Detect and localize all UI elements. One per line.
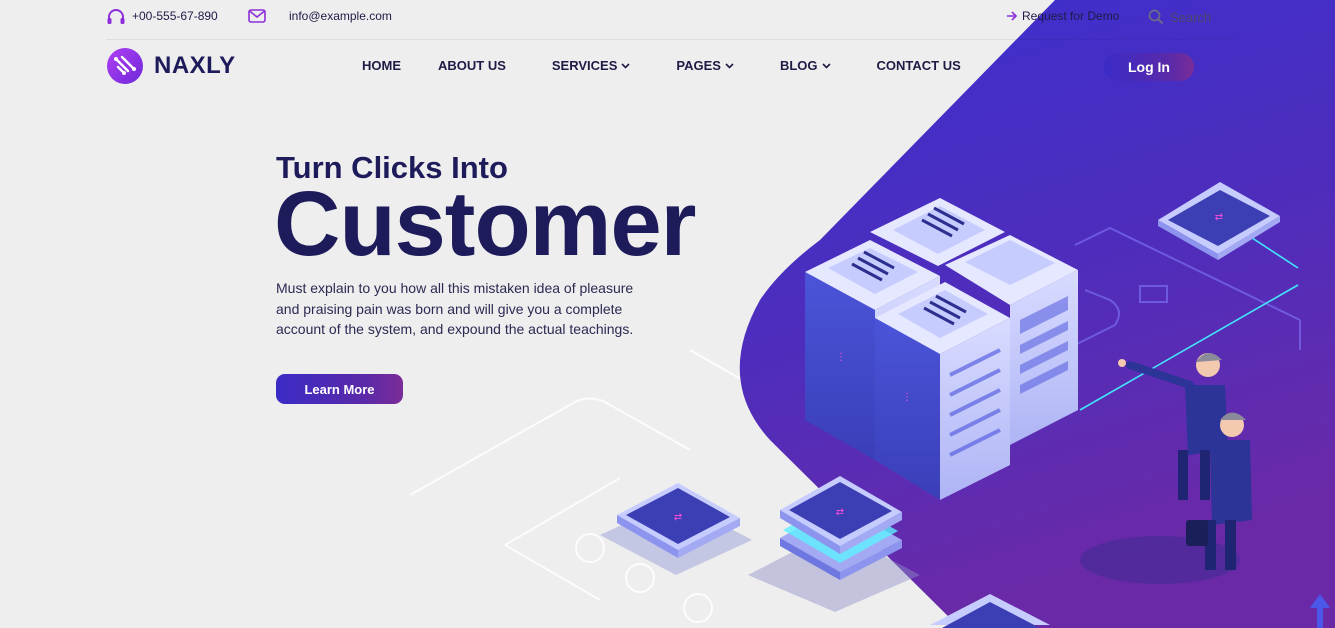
nav-pages-label: PAGES	[676, 58, 721, 73]
svg-text:⋮: ⋮	[836, 352, 846, 363]
request-demo-label: Request for Demo	[1022, 9, 1120, 23]
svg-text:⋮: ⋮	[902, 392, 912, 403]
chevron-down-icon	[725, 62, 734, 69]
logo-icon	[107, 48, 143, 84]
nav-blog[interactable]: BLOG	[780, 58, 831, 73]
svg-text:⇄: ⇄	[836, 507, 844, 518]
nav-pages[interactable]: PAGES	[676, 58, 734, 73]
brand-name: NAXLY	[154, 52, 236, 79]
svg-text:⇄: ⇄	[1215, 212, 1223, 223]
hero-title: Customer	[274, 173, 696, 275]
nav-contact-us[interactable]: CONTACT US	[877, 58, 961, 73]
learn-more-button[interactable]: Learn More	[276, 374, 403, 404]
nav-home[interactable]: HOME	[362, 58, 401, 73]
circuit-lines	[409, 349, 761, 623]
headset-icon	[107, 9, 125, 24]
mail-icon	[248, 9, 266, 23]
request-demo-link[interactable]: Request for Demo	[1006, 9, 1119, 23]
arrow-up-icon[interactable]	[1308, 592, 1332, 628]
nav-services[interactable]: SERVICES	[552, 58, 631, 73]
email-address[interactable]: info@example.com	[289, 9, 392, 23]
hero-description: Must explain to you how all this mistake…	[276, 280, 634, 337]
svg-text:⇄: ⇄	[674, 512, 682, 523]
nav-services-label: SERVICES	[551, 58, 618, 73]
chevron-down-icon	[621, 62, 630, 69]
brand-logo[interactable]: NAXLY	[106, 47, 236, 85]
search-input[interactable]: Search	[1170, 10, 1211, 25]
nav-about-us[interactable]: ABOUT US	[438, 58, 506, 73]
chip-bottom-center: ⇄	[600, 483, 752, 575]
nav-blog-label: BLOG	[779, 58, 818, 73]
search-icon	[1148, 9, 1164, 25]
phone-number[interactable]: +00-555-67-890	[132, 9, 218, 23]
login-button[interactable]: Log In	[1104, 53, 1194, 81]
hero-illustration: ⇄ ⇄ ⇄ ⋮ ⋮	[409, 0, 1335, 628]
main-nav: HOME ABOUT US SERVICES PAGES BLOG CONTAC…	[362, 58, 961, 73]
chevron-down-icon	[821, 62, 831, 69]
arrow-right-icon	[1007, 11, 1018, 21]
top-divider	[106, 39, 1234, 40]
top-bar: +00-555-67-890 info@example.com Request …	[0, 0, 1335, 40]
search-box[interactable]: Search	[1148, 6, 1234, 28]
